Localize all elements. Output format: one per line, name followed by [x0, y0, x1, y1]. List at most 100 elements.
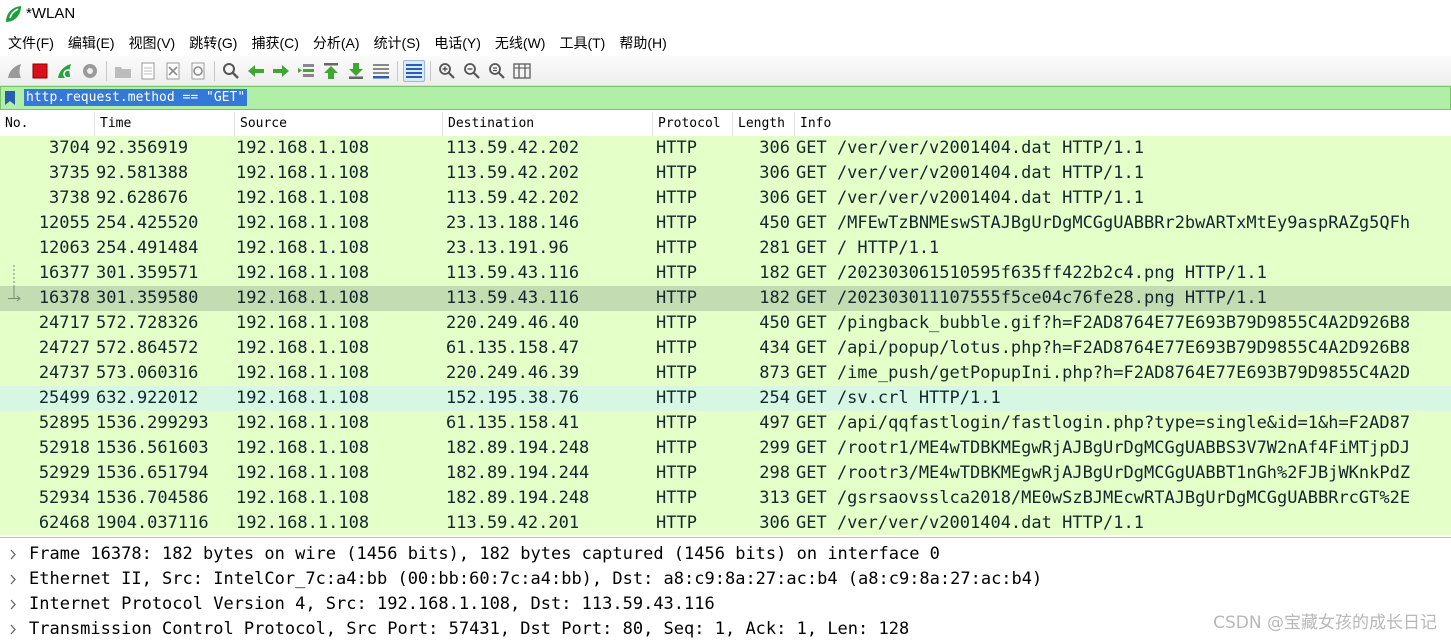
packet-cell-info: GET /pingback_bubble.gif?h=F2AD8764E77E6…	[796, 313, 1411, 333]
packet-cell-info: GET /sv.crl HTTP/1.1	[796, 388, 1001, 408]
packet-cell-dst: 182.89.194.248	[446, 438, 590, 458]
go-first-icon[interactable]	[320, 60, 342, 82]
go-last-icon[interactable]	[345, 60, 367, 82]
colorize-icon[interactable]	[403, 59, 425, 82]
packet-row[interactable]: 52934 1536.704586 192.168.1.108 182.89.194.…	[0, 486, 1451, 511]
column-header-info[interactable]: Info	[794, 112, 1451, 136]
go-to-packet-icon[interactable]	[295, 60, 317, 82]
close-file-icon[interactable]	[162, 60, 184, 82]
packet-row[interactable]: 16378 301.359580 192.168.1.108 113.59.43.11…	[0, 286, 1451, 311]
packet-cell-src: 192.168.1.108	[236, 388, 370, 408]
packet-cell-src: 192.168.1.108	[236, 463, 370, 483]
packet-list-header: No. Time Source Destination Protocol Len…	[0, 112, 1451, 137]
menu-capture[interactable]: 捕获(C)	[244, 30, 305, 56]
menu-tools[interactable]: 工具(T)	[552, 30, 612, 56]
menu-statistics[interactable]: 统计(S)	[367, 30, 428, 56]
column-header-protocol[interactable]: Protocol	[652, 112, 732, 136]
find-packet-icon[interactable]	[220, 60, 242, 82]
detail-row-frame[interactable]: Frame 16378: 182 bytes on wire (1456 bit…	[0, 542, 1451, 567]
packet-cell-proto: HTTP	[656, 388, 697, 408]
auto-scroll-icon[interactable]	[370, 60, 392, 82]
packet-cell-no: 24737	[38, 363, 90, 383]
packet-cell-dst: 182.89.194.244	[446, 463, 590, 483]
packet-row[interactable]: 52918 1536.561603 192.168.1.108 182.89.194.…	[0, 436, 1451, 461]
restart-capture-icon[interactable]	[54, 60, 76, 82]
packet-list: 3704 92.356919 192.168.1.108 113.59.42.202 H…	[0, 136, 1451, 535]
zoom-out-icon[interactable]	[461, 60, 483, 82]
packet-row[interactable]: 3704 92.356919 192.168.1.108 113.59.42.202 H…	[0, 136, 1451, 161]
packet-cell-len: 450	[759, 213, 790, 233]
packet-row[interactable]: 62468 1904.037116 192.168.1.108 113.59.42.2…	[0, 511, 1451, 535]
menu-file[interactable]: 文件(F)	[0, 30, 61, 56]
packet-cell-time: 254.491484	[96, 238, 199, 258]
packet-cell-no: 24717	[38, 313, 90, 333]
packet-cell-dst: 113.59.43.116	[446, 288, 580, 308]
packet-cell-src: 192.168.1.108	[236, 263, 370, 283]
packet-row[interactable]: 12055 254.425520 192.168.1.108 23.13.188.14…	[0, 211, 1451, 236]
packet-cell-no: 62468	[38, 513, 90, 533]
zoom-in-icon[interactable]	[436, 60, 458, 82]
menu-view[interactable]: 视图(V)	[122, 30, 183, 56]
capture-options-icon[interactable]	[79, 60, 101, 82]
packet-row[interactable]: 25499 632.922012 192.168.1.108 152.195.38.7…	[0, 386, 1451, 411]
detail-row-ethernet[interactable]: Ethernet II, Src: IntelCor_7c:a4:bb (00:…	[0, 567, 1451, 592]
reload-file-icon[interactable]	[187, 60, 209, 82]
packet-row[interactable]: 52895 1536.299293 192.168.1.108 61.135.158.…	[0, 411, 1451, 436]
column-header-length[interactable]: Length	[732, 112, 794, 136]
packet-cell-info: GET /ver/ver/v2001404.dat HTTP/1.1	[796, 513, 1144, 533]
packet-cell-proto: HTTP	[656, 188, 697, 208]
zoom-normal-icon[interactable]	[486, 60, 508, 82]
packet-cell-src: 192.168.1.108	[236, 288, 370, 308]
packet-row[interactable]: 3738 92.628676 192.168.1.108 113.59.42.202 H…	[0, 186, 1451, 211]
resize-columns-icon[interactable]	[511, 60, 533, 82]
packet-cell-len: 450	[759, 313, 790, 333]
packet-cell-info: GET /MFEwTzBNMEswSTAJBgUrDgMCGgUABBRr2bw…	[796, 213, 1411, 233]
packet-cell-no: 12063	[38, 238, 90, 258]
packet-cell-dst: 113.59.42.202	[446, 188, 580, 208]
packet-cell-dst: 61.135.158.41	[446, 413, 580, 433]
packet-row[interactable]: 12063 254.491484 192.168.1.108 23.13.191.96…	[0, 236, 1451, 261]
packet-cell-no: 52934	[38, 488, 90, 508]
menu-telephony[interactable]: 电话(Y)	[427, 30, 488, 56]
menu-edit[interactable]: 编辑(E)	[61, 30, 122, 56]
column-header-source[interactable]: Source	[234, 112, 442, 136]
column-header-no[interactable]: No.	[0, 112, 94, 136]
column-header-time[interactable]: Time	[94, 112, 234, 136]
menu-help[interactable]: 帮助(H)	[612, 30, 673, 56]
open-file-icon[interactable]	[112, 60, 134, 82]
chevron-right-icon[interactable]	[8, 592, 18, 617]
packet-cell-proto: HTTP	[656, 263, 697, 283]
toolbar-separator	[214, 60, 215, 81]
packet-cell-len: 254	[759, 388, 790, 408]
packet-row[interactable]: 52929 1536.651794 192.168.1.108 182.89.194.…	[0, 461, 1451, 486]
menu-go[interactable]: 跳转(G)	[182, 30, 244, 56]
packet-row[interactable]: 16377 301.359571 192.168.1.108 113.59.43.11…	[0, 261, 1451, 286]
menu-wireless[interactable]: 无线(W)	[488, 30, 553, 56]
packet-cell-proto: HTTP	[656, 213, 697, 233]
packet-cell-len: 306	[759, 188, 790, 208]
packet-cell-time: 254.425520	[96, 213, 199, 233]
packet-row[interactable]: 3735 92.581388 192.168.1.108 113.59.42.202 H…	[0, 161, 1451, 186]
packet-cell-time: 573.060316	[96, 363, 199, 383]
packet-cell-src: 192.168.1.108	[236, 138, 370, 158]
packet-row[interactable]: 24737 573.060316 192.168.1.108 220.249.46.3…	[0, 361, 1451, 386]
go-back-icon[interactable]	[245, 60, 267, 82]
display-filter-input[interactable]: http.request.method == "GET"	[24, 89, 248, 106]
column-header-destination[interactable]: Destination	[442, 112, 652, 136]
packet-row[interactable]: 24717 572.728326 192.168.1.108 220.249.46.4…	[0, 311, 1451, 336]
filter-bookmark-icon[interactable]	[5, 91, 15, 105]
chevron-right-icon[interactable]	[8, 542, 18, 567]
toolbar-separator	[430, 60, 431, 81]
packet-row[interactable]: 24727 572.864572 192.168.1.108 61.135.158.4…	[0, 336, 1451, 361]
packet-cell-no: 3704	[49, 138, 90, 158]
save-file-icon[interactable]	[137, 60, 159, 82]
chevron-right-icon[interactable]	[8, 567, 18, 592]
toolbar-separator	[397, 60, 398, 81]
menu-bar: 文件(F) 编辑(E) 视图(V) 跳转(G) 捕获(C) 分析(A) 统计(S…	[0, 30, 1451, 56]
shark-fin-start-icon[interactable]	[4, 60, 26, 82]
menu-analyze[interactable]: 分析(A)	[306, 30, 367, 56]
packet-cell-info: GET / HTTP/1.1	[796, 238, 940, 258]
go-forward-icon[interactable]	[270, 60, 292, 82]
stop-capture-icon[interactable]	[29, 60, 51, 82]
chevron-right-icon[interactable]	[8, 617, 18, 642]
